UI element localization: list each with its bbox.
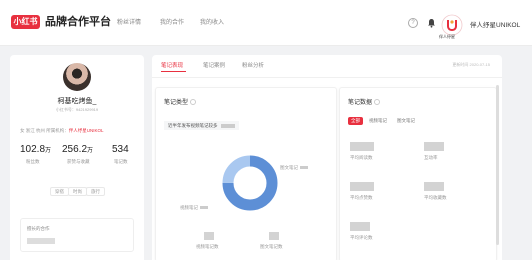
note-type-desc: 近半年发布视频笔记较多 [164, 121, 239, 130]
stat-value-fans: 102.8万 [20, 144, 51, 155]
stat-number: 256.2 [62, 144, 88, 155]
blurred-value [300, 166, 308, 170]
stat-label-likes: 获赞与收藏 [67, 159, 90, 164]
avg-collect-caption: 平均收藏数 [424, 195, 447, 200]
main-panel: 笔记表现 笔记案例 粉丝分析 更新时间 2020-07-15 笔记类型 近半年发… [152, 55, 502, 260]
top-nav-bar: 小红书 品牌合作平台 粉丝详情 我的合作 我的收入 ? 伴人纾星 伴人纾星UNI… [0, 0, 532, 46]
blurred-value [350, 182, 374, 191]
platform-title: 品牌合作平台 [45, 16, 111, 28]
note-data-title-text: 笔记数据 [348, 100, 373, 106]
blurred-value [200, 206, 208, 210]
profile-meta: 女 浙江 杭州 所属机构：伴人纾星UNIKOL [20, 128, 104, 134]
stat-number: 102.8 [20, 144, 46, 155]
brand-logo-icon [441, 14, 463, 36]
video-note-count-caption: 视频笔记数 [196, 244, 219, 249]
profile-tag: 旅行 [86, 187, 105, 196]
stat-number: 534 [112, 144, 129, 155]
legend-label-image-notes: 图文笔记 [280, 165, 308, 171]
update-time: 更新时间 2020-07-15 [452, 62, 490, 67]
stat-unit: 万 [45, 148, 52, 154]
note-type-desc-text: 近半年发布视频笔记较多 [168, 123, 218, 128]
tab-fan-analysis[interactable]: 粉丝分析 [242, 61, 264, 69]
legend-text: 视频笔记 [180, 205, 198, 210]
blurred-value [204, 232, 214, 240]
user-name[interactable]: 伴人纾星UNIKOL [470, 19, 520, 29]
stat-value-notes: 534 [112, 144, 129, 155]
profile-org-link[interactable]: 伴人纾星UNIKOL [69, 128, 104, 133]
nav-item-fans[interactable]: 粉丝详情 [117, 18, 141, 28]
bell-icon[interactable] [427, 18, 436, 28]
profile-name: 柯基吃烤鱼_ [57, 98, 97, 105]
legend-label-video-notes: 视频笔记 [180, 205, 208, 211]
note-type-title-text: 笔记类型 [164, 100, 189, 106]
cooperation-card[interactable]: 擅长的合作 [20, 218, 134, 252]
nav-item-income[interactable]: 我的收入 [200, 18, 224, 28]
avg-read-caption: 平均阅读数 [350, 155, 373, 160]
note-data-card: 笔记数据 全部 视频笔记 图文笔记 平均阅读数 互动率 平均点赞数 平均收藏数 … [339, 87, 497, 260]
note-type-donut-chart [222, 155, 278, 211]
active-tab-indicator [161, 71, 186, 72]
blurred-value [220, 123, 235, 128]
stat-value-likes: 256.2万 [62, 144, 93, 155]
cooperation-card-title: 擅长的合作 [27, 226, 50, 231]
profile-card: 柯基吃烤鱼_ 小红书号：9421929919 女 浙江 杭州 所属机构：伴人纾星… [10, 55, 144, 260]
tab-note-cases[interactable]: 笔记案例 [203, 61, 225, 69]
avg-likes-caption: 平均点赞数 [350, 195, 373, 200]
avg-comment-caption: 平均评论数 [350, 235, 373, 240]
blurred-value [350, 222, 370, 231]
interaction-rate-caption: 互动率 [424, 155, 438, 160]
blurred-value [269, 232, 279, 240]
data-tab-video[interactable]: 视频笔记 [366, 117, 390, 125]
profile-meta-text: 女 浙江 杭州 所属机构： [20, 128, 69, 133]
stat-label-fans: 粉丝数 [26, 159, 40, 164]
note-data-title: 笔记数据 [348, 97, 381, 106]
blurred-value [27, 238, 55, 244]
blurred-value [350, 142, 374, 151]
nav-item-cooperation[interactable]: 我的合作 [160, 18, 184, 28]
tab-note-performance[interactable]: 笔记表现 [161, 61, 183, 69]
image-note-count-caption: 图文笔记数 [260, 244, 283, 249]
help-icon[interactable]: ? [408, 18, 418, 28]
stat-unit: 万 [87, 148, 94, 154]
logo-badge[interactable]: 小红书 [11, 15, 40, 29]
data-tab-image[interactable]: 图文笔记 [394, 117, 418, 125]
profile-id: 小红书号：9421929919 [55, 107, 99, 112]
stat-label-notes: 笔记数 [114, 159, 128, 164]
scrollbar[interactable] [496, 85, 499, 245]
blurred-value [424, 182, 444, 191]
blurred-value [424, 142, 444, 151]
profile-tag: 时尚 [68, 187, 87, 196]
note-type-title: 笔记类型 [164, 97, 197, 106]
brand-subtitle: 伴人纾星 [439, 34, 455, 39]
data-tab-all[interactable]: 全部 [348, 117, 363, 125]
info-icon[interactable] [190, 99, 197, 106]
legend-text: 图文笔记 [280, 165, 298, 170]
note-type-card: 笔记类型 近半年发布视频笔记较多 图文笔记 视频笔记 视频笔记数 图文笔记数 [155, 87, 337, 260]
tabs-divider [152, 77, 502, 78]
profile-tag: 穿搭 [50, 187, 69, 196]
info-icon[interactable] [374, 99, 381, 106]
avatar [63, 63, 91, 91]
